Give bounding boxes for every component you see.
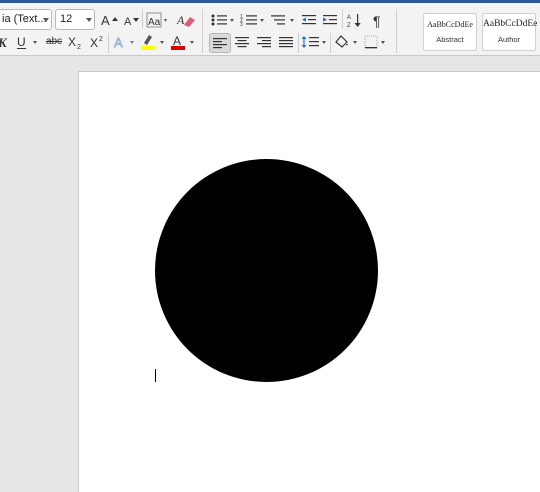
style-sample: AaBbCcDdEe: [483, 19, 538, 29]
align-center-icon: [235, 37, 249, 48]
decrease-indent-button[interactable]: [300, 11, 318, 29]
circle-shape[interactable]: [155, 159, 378, 382]
italic-icon: K: [0, 35, 8, 50]
decrease-font-size-button[interactable]: A: [122, 11, 140, 29]
superscript-button[interactable]: X2: [89, 33, 105, 51]
style-abstract[interactable]: AaBbCcDdEe Abstract: [423, 13, 477, 51]
multilevel-list-icon: [271, 15, 294, 25]
text-effects-button[interactable]: A: [112, 33, 138, 51]
subscript-button[interactable]: X2: [67, 33, 83, 51]
borders-button[interactable]: [363, 33, 389, 51]
strikethrough-button[interactable]: abc: [45, 33, 63, 51]
clear-formatting-icon: A: [176, 13, 195, 27]
italic-button[interactable]: K: [0, 33, 8, 51]
chevron-down-icon: [43, 18, 49, 22]
numbered-list-icon: 123: [240, 14, 264, 28]
superscript-icon: X2: [90, 36, 103, 50]
svg-text:X: X: [90, 36, 98, 50]
sort-az-icon: AZ: [347, 14, 361, 29]
svg-text:3: 3: [240, 22, 243, 28]
svg-text:A: A: [124, 16, 132, 28]
svg-text:A: A: [173, 34, 181, 48]
increase-font-size-button[interactable]: A: [99, 11, 119, 29]
svg-text:2: 2: [77, 44, 81, 51]
bullet-list-icon: [211, 14, 234, 26]
svg-text:A: A: [101, 13, 110, 28]
pilcrow-icon: ¶: [373, 13, 381, 29]
font-color-button[interactable]: A: [170, 33, 198, 51]
svg-text:K: K: [0, 35, 8, 50]
svg-text:A: A: [114, 35, 123, 50]
align-left-icon: [213, 38, 227, 49]
align-center-button[interactable]: [232, 33, 252, 51]
separator: [202, 9, 203, 53]
bullets-button[interactable]: [209, 11, 237, 29]
change-case-button[interactable]: Aa: [146, 11, 170, 29]
clear-formatting-button[interactable]: A: [175, 11, 197, 29]
change-case-icon: Aa: [146, 12, 167, 28]
grow-font-icon: A: [101, 13, 118, 28]
svg-text:A: A: [176, 13, 185, 27]
justify-icon: [279, 37, 293, 48]
sort-button[interactable]: AZ: [346, 11, 364, 29]
separator: [142, 9, 143, 29]
justify-button[interactable]: [276, 33, 296, 51]
underline-icon: U: [17, 35, 37, 49]
text-highlight-color-button[interactable]: [140, 33, 168, 51]
underline-button[interactable]: U: [14, 33, 42, 51]
svg-text:U: U: [17, 35, 26, 49]
shading-button[interactable]: [333, 33, 361, 51]
highlighter-icon: [141, 35, 164, 50]
svg-text:Aa: Aa: [148, 17, 161, 28]
svg-text:2: 2: [99, 36, 103, 43]
align-right-icon: [257, 37, 271, 48]
font-size-dropdown[interactable]: 12: [55, 9, 95, 30]
style-author[interactable]: AaBbCcDdEe Author: [482, 13, 538, 51]
increase-indent-button[interactable]: [321, 11, 339, 29]
separator: [396, 9, 397, 53]
paint-bucket-icon: [335, 35, 357, 48]
font-color-icon: A: [171, 34, 194, 50]
ribbon-home-tab: ia (Text... 12 A A Aa A 123 AZ ¶ K: [0, 3, 540, 56]
separator: [330, 33, 331, 53]
show-formatting-marks-button[interactable]: ¶: [370, 11, 388, 29]
text-cursor: [155, 369, 156, 382]
indent-icon: [323, 15, 337, 25]
text-effects-icon: A: [114, 35, 134, 50]
svg-text:X: X: [68, 35, 76, 49]
chevron-down-icon: [86, 18, 92, 22]
multilevel-list-button[interactable]: [269, 11, 297, 29]
style-name: Author: [497, 35, 521, 44]
separator: [298, 33, 299, 53]
style-sample: AaBbCcDdEe: [427, 20, 473, 29]
numbering-button[interactable]: 123: [239, 11, 267, 29]
style-name: Abstract: [436, 35, 464, 44]
align-left-button[interactable]: [209, 33, 231, 53]
svg-text:A: A: [347, 15, 351, 21]
align-right-button[interactable]: [254, 33, 274, 51]
borders-icon: [364, 35, 385, 49]
font-name-value: ia (Text...: [2, 13, 47, 25]
separator: [342, 9, 343, 29]
shrink-font-icon: A: [124, 16, 139, 28]
line-spacing-button[interactable]: [301, 33, 329, 51]
svg-text:Z: Z: [347, 23, 351, 29]
subscript-icon: X2: [68, 35, 81, 51]
separator: [108, 33, 109, 53]
line-spacing-icon: [301, 36, 326, 48]
outdent-icon: [302, 15, 316, 25]
font-name-dropdown[interactable]: ia (Text...: [0, 9, 52, 30]
strikethrough-label: abc: [45, 36, 63, 47]
font-size-value: 12: [60, 13, 73, 25]
svg-text:¶: ¶: [373, 13, 381, 29]
